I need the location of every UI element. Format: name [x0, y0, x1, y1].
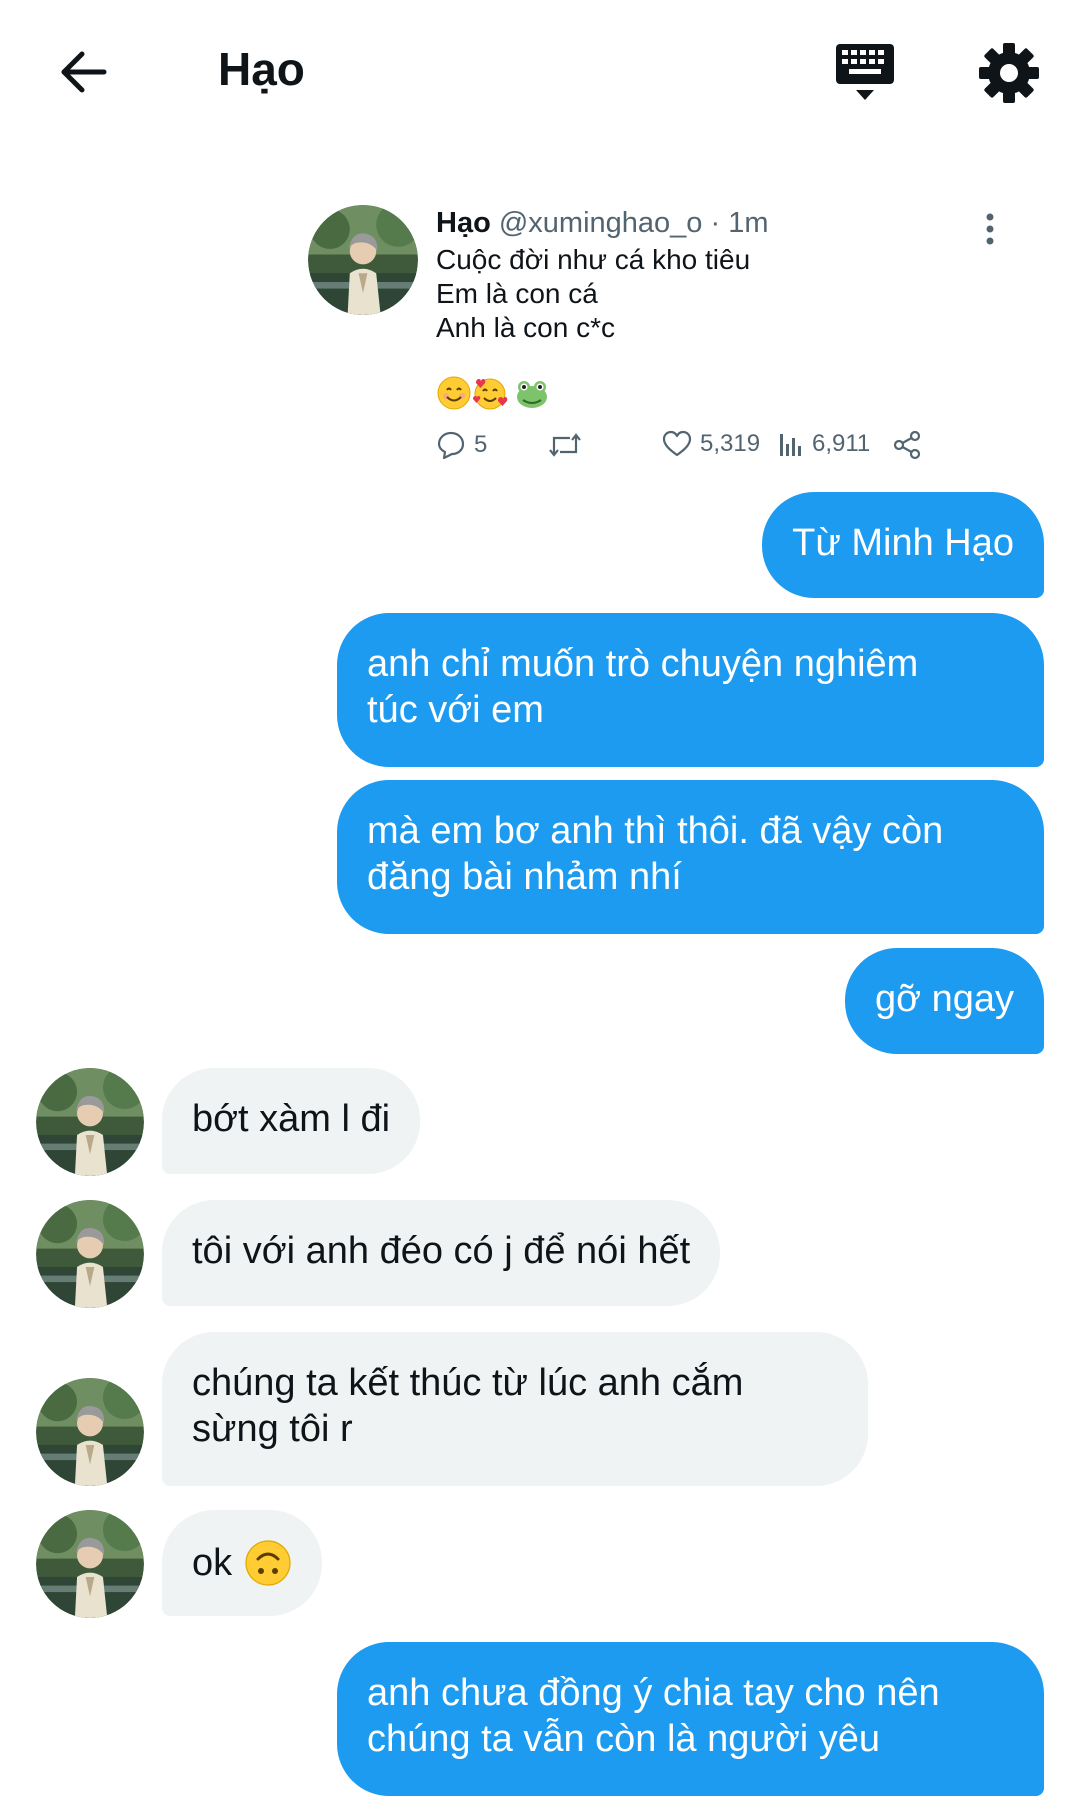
incoming-message[interactable]: chúng ta kết thúc từ lúc anh cắm sừng tô…: [162, 1332, 868, 1486]
keyboard-button[interactable]: [832, 40, 898, 106]
avatar[interactable]: [36, 1378, 144, 1486]
dm-conversation-screen: Hạo Hạo @xuminghao_o · 1m Cuộc đời như c…: [0, 0, 1080, 1812]
outgoing-message[interactable]: gỡ ngay: [844, 948, 1044, 1054]
outgoing-message[interactable]: Từ Minh Hạo: [762, 492, 1044, 598]
like-count: 5,319: [700, 430, 761, 457]
share-action[interactable]: [892, 430, 922, 460]
outgoing-message[interactable]: anh chưa đồng ý chia tay cho nên chúng t…: [337, 1642, 1044, 1796]
incoming-message[interactable]: bớt xàm l đi: [162, 1068, 421, 1174]
outgoing-message[interactable]: mà em bơ anh thì thôi. đã vậy còn đăng b…: [337, 780, 1044, 934]
message-text: ok: [192, 1542, 233, 1584]
gear-icon: [979, 43, 1039, 103]
upside-down-face-icon: [245, 1540, 291, 1586]
frog-face-icon: [517, 381, 547, 408]
smiling-face-with-hearts-icon: [473, 378, 508, 410]
keyboard-icon: [836, 44, 894, 100]
tweet-author-avatar[interactable]: [308, 205, 418, 315]
smiling-face-icon: [437, 376, 471, 410]
views-action[interactable]: 6,911: [778, 430, 870, 458]
back-button[interactable]: [52, 40, 116, 104]
views-chart-icon: [780, 434, 801, 456]
conversation-header: Hạo: [0, 0, 1080, 150]
reply-count: 5: [474, 431, 488, 458]
page-title: Hạo: [218, 43, 305, 95]
tweet-action-bar: 5 5,319 6,911: [436, 430, 1006, 470]
retweet-action[interactable]: [548, 430, 582, 460]
arrow-left-icon: [61, 51, 107, 93]
settings-button[interactable]: [976, 40, 1042, 106]
shared-tweet-card[interactable]: Hạo @xuminghao_o · 1m Cuộc đời như cá kh…: [308, 205, 1028, 475]
like-action[interactable]: 5,319: [662, 430, 760, 458]
reply-icon: [437, 431, 465, 460]
share-icon: [893, 430, 921, 460]
incoming-message[interactable]: tôi với anh đéo có j để nói hết: [162, 1200, 721, 1306]
avatar[interactable]: [36, 1510, 144, 1618]
outgoing-message[interactable]: anh chỉ muốn trò chuyện nghiêm túc với e…: [337, 613, 1044, 767]
avatar[interactable]: [36, 1200, 144, 1308]
tweet-emojis: [436, 375, 550, 411]
more-vertical-icon: [986, 213, 994, 245]
views-count: 6,911: [812, 430, 871, 457]
avatar[interactable]: [36, 1068, 144, 1176]
reply-action[interactable]: 5: [436, 430, 487, 460]
tweet-separator: ·: [702, 207, 729, 239]
heart-icon: [662, 430, 692, 457]
tweet-text: Cuộc đời như cá kho tiêu Em là con cá An…: [436, 244, 751, 343]
tweet-more-button[interactable]: [980, 209, 1000, 249]
retweet-icon: [549, 433, 581, 457]
tweet-header: Hạo @xuminghao_o · 1m: [436, 207, 769, 240]
incoming-message[interactable]: ok: [162, 1510, 323, 1616]
tweet-author-name[interactable]: Hạo: [436, 207, 491, 239]
tweet-time: 1m: [728, 207, 769, 239]
tweet-author-handle: @xuminghao_o: [498, 207, 703, 239]
